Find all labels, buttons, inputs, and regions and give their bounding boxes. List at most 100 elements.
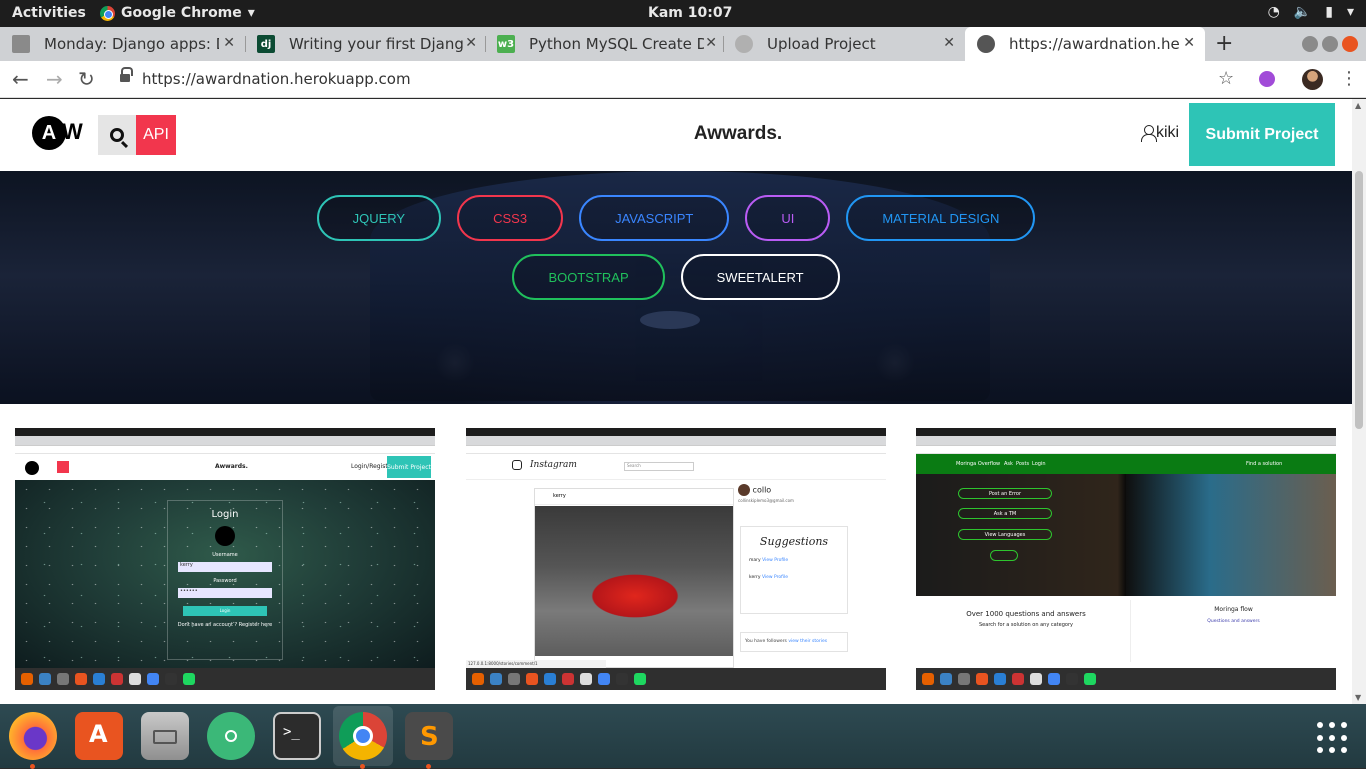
bookmark-star-icon[interactable]: ☆ xyxy=(1218,68,1234,89)
tag-css3[interactable]: CSS3 xyxy=(457,195,564,241)
scroll-down-icon[interactable]: ▼ xyxy=(1355,693,1361,702)
show-applications-icon[interactable] xyxy=(1317,722,1349,754)
atom-icon[interactable] xyxy=(207,712,255,760)
battery-icon: ▮ xyxy=(1325,4,1333,20)
page-scrollbar[interactable]: ▲ ▼ xyxy=(1352,99,1366,704)
tab-title: Upload Project xyxy=(767,35,876,53)
screenshot-urlbar xyxy=(15,446,435,454)
screenshot-button: Ask a TM xyxy=(958,508,1052,519)
post-user: kerry xyxy=(535,489,733,505)
suggestion-link: View Profile xyxy=(762,558,789,563)
screenshot-tabs xyxy=(466,436,886,446)
profile-email: collinskiplemo3@gmail.com xyxy=(738,498,794,503)
screenshot-lower: Over 1000 questions and answers Search f… xyxy=(916,596,1336,662)
project-card-moringa-overflow[interactable]: Moringa Overflow Ask Posts Login Find a … xyxy=(916,428,1336,690)
screenshot-subtitle: Search for a solution on any category xyxy=(979,622,1073,628)
screenshot-tabs xyxy=(15,436,435,446)
scroll-up-icon[interactable]: ▲ xyxy=(1355,101,1361,110)
screenshot-topbar xyxy=(15,428,435,436)
software-center-icon[interactable]: A xyxy=(75,712,123,760)
system-tray[interactable]: ◔ 🔈 ▮ ▾ xyxy=(1268,4,1354,20)
close-icon[interactable]: ✕ xyxy=(1183,35,1195,51)
w3-icon: w3 xyxy=(497,35,515,53)
login-button: Login xyxy=(183,606,267,616)
tab-django-apps[interactable]: Monday: Django apps: Dj ✕ xyxy=(0,27,245,61)
activities-button[interactable]: Activities xyxy=(12,5,86,21)
scrollbar-thumb[interactable] xyxy=(1355,171,1363,429)
profile-avatar xyxy=(738,484,750,496)
tag-material-design[interactable]: MATERIAL DESIGN xyxy=(846,195,1036,241)
tag-ui[interactable]: UI xyxy=(745,195,831,241)
minimize-button[interactable] xyxy=(1302,36,1318,52)
extension-icon[interactable] xyxy=(1259,71,1275,87)
back-arrow-icon[interactable]: ← xyxy=(12,67,29,91)
screenshot-dock xyxy=(15,668,435,690)
screenshot-body: kerry collo collinskiplemo3@gmail.com Su… xyxy=(466,480,886,668)
submit-project-button[interactable]: Submit Project xyxy=(1189,103,1335,166)
kebab-menu-icon[interactable]: ⋮ xyxy=(1340,68,1358,89)
screenshot-button: View Languages xyxy=(958,529,1052,540)
address-bar[interactable]: https://awardnation.herokuapp.com xyxy=(142,70,411,88)
screenshot-topbar xyxy=(916,428,1336,436)
screenshot-submit: Submit Project xyxy=(387,456,431,478)
high-five-photo: Post an Error Ask a TM View Languages xyxy=(916,474,1336,596)
tab-python-mysql[interactable]: w3 Python MySQL Create Dat ✕ xyxy=(485,27,727,61)
tag-jquery[interactable]: JQUERY xyxy=(316,195,442,241)
ubuntu-dock: A >_ S xyxy=(0,704,1366,769)
screenshot-brand: Moringa Overflow xyxy=(956,461,1001,467)
screenshot-tabs xyxy=(916,436,1336,446)
tag-javascript[interactable]: JAVASCRIPT xyxy=(579,195,730,241)
power-icon: ▾ xyxy=(1346,4,1354,20)
close-icon[interactable]: ✕ xyxy=(465,35,477,51)
hero-banner: JQUERY CSS3 JAVASCRIPT UI MATERIAL DESIGN BO… xyxy=(0,171,1352,404)
system-top-bar: Activities Google Chrome ▾ Kam 10:07 ◔ 🔈… xyxy=(0,0,1366,27)
maximize-button[interactable] xyxy=(1322,36,1338,52)
clock[interactable]: Kam 10:07 xyxy=(648,5,732,21)
logo-thumbnail xyxy=(25,461,39,475)
chrome-icon[interactable] xyxy=(339,712,387,769)
tab-awardnation[interactable]: https://awardnation.hero ✕ xyxy=(965,27,1205,61)
project-card-awwards[interactable]: Awwards. Login/Register Submit Project L… xyxy=(15,428,435,690)
window-close-button[interactable] xyxy=(1342,36,1358,52)
status-bar-url: 127.0.0.1:8000/stories/comment/1 xyxy=(466,660,606,668)
lock-icon[interactable] xyxy=(120,67,133,83)
screenshot-body: Login Username kerry Password •••••• Log… xyxy=(15,480,435,668)
sublime-text-icon[interactable]: S xyxy=(405,712,453,769)
firefox-icon[interactable] xyxy=(9,712,57,769)
username-label: Username xyxy=(212,552,238,558)
new-tab-button[interactable]: + xyxy=(1215,31,1233,56)
site-header: A W API Awwards. kiki Submit Project xyxy=(0,99,1352,171)
generic-page-icon xyxy=(12,35,30,53)
screenshot-topbar xyxy=(466,428,886,436)
tag-bootstrap[interactable]: BOOTSTRAP xyxy=(512,254,665,300)
instagram-wordmark: Instagram xyxy=(530,460,577,470)
screenshot-find: Find a solution xyxy=(1246,461,1283,467)
screenshot-login-form: Login Username kerry Password •••••• Log… xyxy=(167,500,283,660)
tab-writing-first-django[interactable]: dj Writing your first Django ✕ xyxy=(245,27,487,61)
red-car-photo xyxy=(535,506,733,656)
tag-sweetalert[interactable]: SWEETALERT xyxy=(680,254,840,300)
register-text: Dont have an account ? Register here xyxy=(177,622,273,628)
app-menu-label: Google Chrome xyxy=(121,5,242,21)
screenshot-brand: Awwards. xyxy=(215,463,248,470)
screenshot-urlbar xyxy=(466,446,886,454)
tab-upload-project[interactable]: Upload Project ✕ xyxy=(723,27,965,61)
close-icon[interactable]: ✕ xyxy=(705,35,717,51)
terminal-icon[interactable]: >_ xyxy=(273,712,321,760)
reload-icon[interactable]: ↻ xyxy=(78,67,95,91)
close-icon[interactable]: ✕ xyxy=(943,35,955,51)
screenshot-urlbar xyxy=(916,446,1336,454)
project-card-instagram[interactable]: Instagram Search kerry collo collinskipl… xyxy=(466,428,886,690)
files-icon[interactable] xyxy=(141,712,189,760)
screenshot-dock xyxy=(916,668,1336,690)
user-menu[interactable]: kiki xyxy=(1141,124,1179,142)
forward-arrow-icon[interactable]: → xyxy=(46,67,63,91)
tab-strip: Monday: Django apps: Dj ✕ dj Writing you… xyxy=(0,27,1366,61)
screenshot-navbar: Moringa Overflow Ask Posts Login Find a … xyxy=(916,454,1336,474)
app-menu[interactable]: Google Chrome ▾ xyxy=(100,5,255,21)
globe-icon xyxy=(735,35,753,53)
window-controls xyxy=(1302,36,1358,52)
chrome-icon xyxy=(100,5,115,21)
profile-avatar[interactable] xyxy=(1302,69,1323,90)
close-icon[interactable]: ✕ xyxy=(223,35,235,51)
